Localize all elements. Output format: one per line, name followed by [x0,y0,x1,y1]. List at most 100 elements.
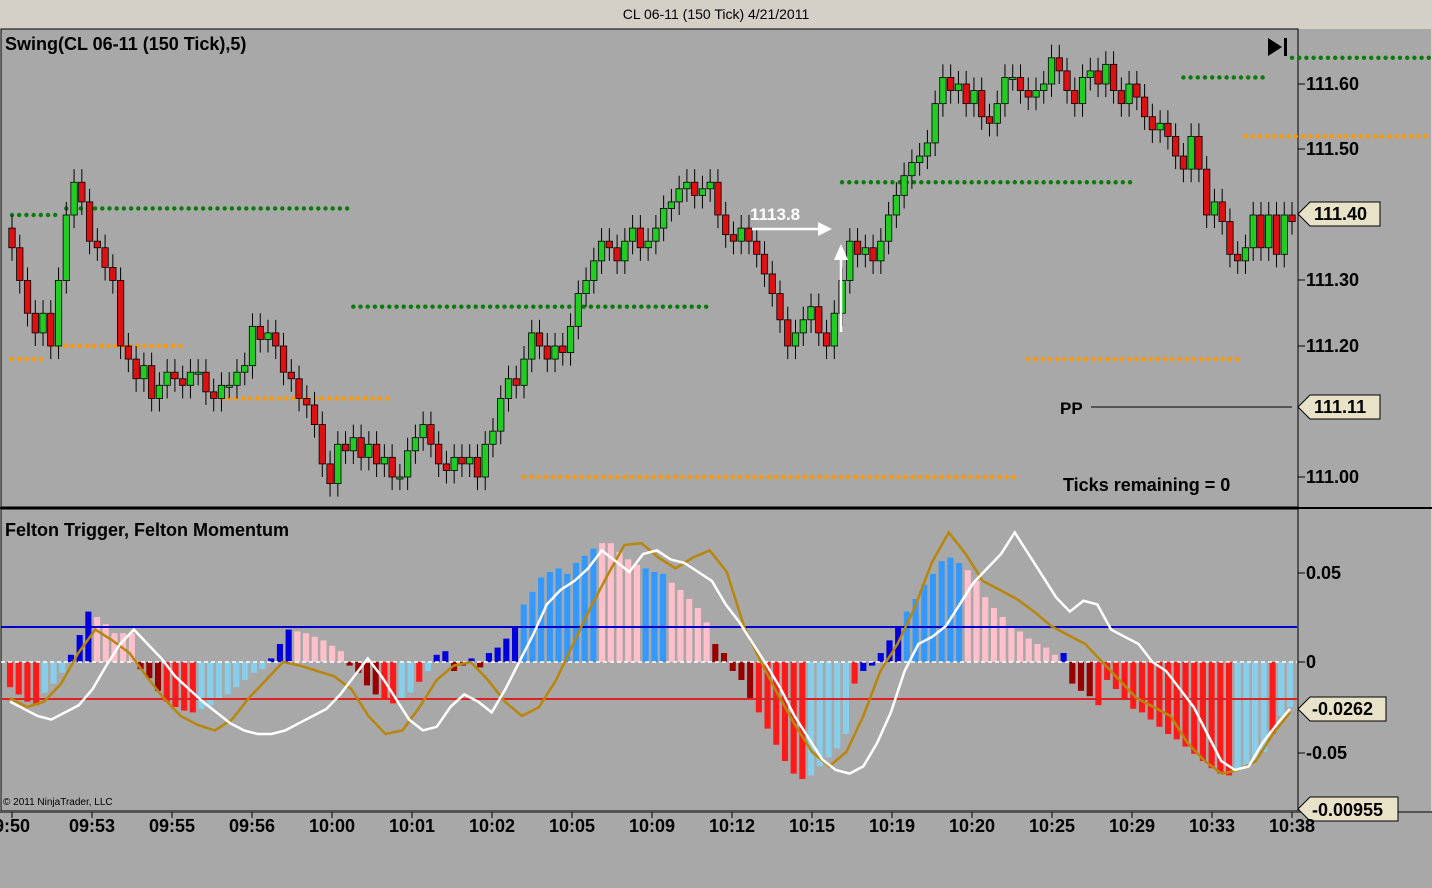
swing-low-dot [1198,356,1204,362]
down-candle [388,456,396,478]
swing-low-dot [98,343,104,349]
down-candle [132,358,140,380]
swing-high-dot [998,180,1003,185]
svg-text:111.11: 111.11 [1314,397,1366,417]
y-tick: 111.20 [1306,336,1359,356]
swing-high-dot [890,180,895,185]
swing-high-dot [1253,75,1258,80]
swing-high-dot [265,206,271,211]
histogram-bar [694,608,701,662]
swing-high-dot [1034,180,1039,185]
price-panel-bg [0,28,1299,508]
swing-high-dot [387,304,392,309]
swing-high-dot [1340,55,1345,60]
swing-high-dot [1027,180,1032,185]
histogram-bar [990,608,997,662]
swing-high-dot [287,206,292,211]
down-candle [1133,83,1141,98]
down-candle [117,280,125,347]
swing-low-dot [291,396,296,401]
up-candle [39,312,47,334]
histogram-bar [15,662,22,695]
swing-low-dot [1227,356,1233,362]
swing-high-dot [1405,55,1410,60]
swing-high-dot [495,304,500,309]
swing-high-dot [854,180,859,185]
swing-low-dot [1213,356,1218,362]
up-candle [450,456,458,471]
histogram-bar [172,662,179,707]
swing-high-dot [703,304,709,309]
swing-low-dot [550,474,555,480]
swing-high-dot [538,304,543,309]
up-candle [885,214,893,242]
swing-low-dot [1315,134,1320,139]
swing-high-dot [883,180,888,185]
down-candle [729,234,738,242]
swing-low-dot [1047,356,1053,362]
swing-high-dot [1369,55,1374,60]
swing-low-dot [106,343,111,349]
up-candle [590,260,598,281]
swing-high-dot [172,206,177,211]
up-candle [1032,90,1040,98]
svg-text:-0.00955: -0.00955 [1312,800,1383,820]
up-candle [846,240,854,281]
swing-high-dot [1238,75,1244,80]
swing-high-dot [639,304,644,309]
histogram-bar [233,662,240,688]
swing-high-dot [344,206,350,211]
swing-low-dot [1206,356,1211,362]
down-candle [822,332,831,347]
swing-low-dot [170,343,176,349]
swing-high-dot [430,304,435,309]
down-candle [1226,221,1234,255]
swing-low-dot [788,474,793,480]
chart-area[interactable]: Swing(CL 06-11 (150 Tick),5) 1113.8 PP T… [0,0,1432,888]
swing-high-dot [1091,180,1097,185]
down-candle [691,181,699,196]
swing-low-dot [773,474,779,480]
histogram-bar [808,662,815,776]
swing-high-dot [487,304,493,309]
down-candle [784,319,792,347]
swing-high-dot [251,206,256,211]
histogram-bar [999,617,1006,662]
swing-high-dot [559,304,565,309]
swing-low-dot [824,474,829,480]
down-candle [745,227,753,242]
up-candle [1265,214,1273,249]
swing-low-dot [1322,134,1327,139]
up-candle [1009,77,1017,80]
swing-low-dot [975,474,980,480]
swing-low-dot [248,396,253,401]
swing-low-dot [70,343,75,349]
swing-high-dot [401,304,406,309]
swing-low-dot [1083,356,1089,362]
swing-low-dot [932,474,937,480]
down-candle [1179,155,1187,170]
down-candle [985,116,994,124]
up-candle [807,306,815,321]
swing-high-dot [660,304,666,309]
swing-low-dot [557,474,563,480]
swing-low-dot [1300,134,1306,139]
swing-low-dot [1062,356,1067,362]
swing-high-dot [1012,180,1018,185]
swing-low-dot [673,474,678,480]
swing-high-dot [682,304,687,309]
y-tick: 0 [1306,652,1316,672]
swing-low-dot [341,396,347,401]
histogram-bar [41,662,48,693]
histogram-bar [773,662,780,745]
swing-high-dot [280,206,285,211]
swing-low-dot [348,396,354,401]
swing-low-dot [149,343,154,349]
swing-high-dot [444,304,450,309]
swing-low-dot [536,474,541,480]
histogram-bar [242,662,249,680]
down-candle [978,90,986,118]
down-candle [962,83,970,105]
y-tick: 0.05 [1306,563,1341,583]
swing-low-dot [370,396,375,401]
